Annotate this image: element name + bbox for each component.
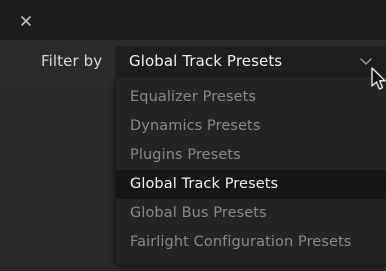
menu-item-equalizer-presets[interactable]: Equalizer Presets bbox=[116, 83, 386, 112]
filter-options-list: Equalizer Presets Dynamics Presets Plugi… bbox=[116, 77, 386, 257]
menu-item-fairlight-configuration-presets[interactable]: Fairlight Configuration Presets bbox=[116, 228, 386, 257]
menu-item-dynamics-presets[interactable]: Dynamics Presets bbox=[116, 112, 386, 141]
preset-filter-window: Filter by Global Track Presets Equalizer… bbox=[0, 0, 386, 271]
title-bar bbox=[0, 0, 386, 40]
close-button[interactable] bbox=[17, 12, 35, 30]
filter-dropdown-menu: Equalizer Presets Dynamics Presets Plugi… bbox=[115, 77, 386, 265]
filter-select-value: Global Track Presets bbox=[129, 52, 283, 70]
menu-item-global-track-presets[interactable]: Global Track Presets bbox=[116, 170, 386, 199]
mouse-pointer-icon bbox=[371, 67, 386, 90]
filter-label: Filter by bbox=[41, 52, 103, 70]
filter-select[interactable]: Global Track Presets bbox=[115, 46, 386, 77]
menu-item-plugins-presets[interactable]: Plugins Presets bbox=[116, 141, 386, 170]
menu-item-global-bus-presets[interactable]: Global Bus Presets bbox=[116, 199, 386, 228]
close-icon bbox=[21, 16, 31, 26]
left-pane bbox=[0, 86, 115, 271]
